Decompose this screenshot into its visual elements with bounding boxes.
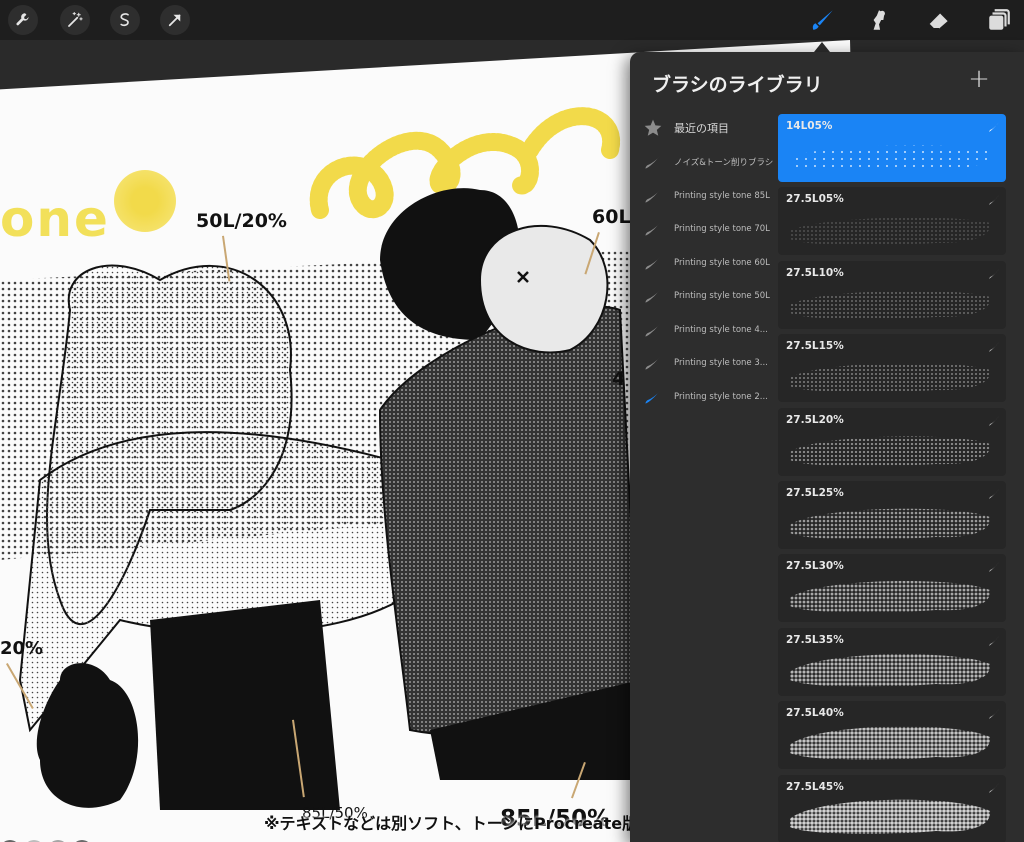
wrench-icon[interactable] [8, 5, 38, 35]
brush-library-panel: ブラシのライブラリ + 最近の項目ノイズ&トーン削りブラシ Printing st… [630, 52, 1024, 842]
add-brush-set-button[interactable]: + [966, 64, 992, 94]
label-60l: 60L [592, 206, 631, 228]
brush-item[interactable]: 14L05% [778, 114, 1006, 182]
brush-category-item[interactable]: Printing style tone 3... [642, 349, 782, 377]
brush-name: 14L05% [786, 120, 833, 132]
brush-stroke-preview [786, 356, 994, 396]
brush-name: 27.5L40% [786, 707, 844, 720]
brush-item[interactable]: 27.5L30% [778, 554, 1006, 623]
brush-stroke-icon [642, 352, 664, 374]
label-20: 20% [0, 638, 44, 659]
brush-category-label: Printing style tone 2... [674, 392, 768, 402]
brush-stroke-icon [642, 185, 664, 207]
layers-icon[interactable] [982, 4, 1016, 36]
brush-name: 27.5L25% [786, 487, 844, 499]
brush-stroke-icon [988, 338, 1000, 353]
brush-stroke-preview [786, 430, 994, 470]
brush-item[interactable]: 27.5L20% [778, 407, 1006, 476]
brush-category-item[interactable]: Printing style tone 70L [642, 215, 782, 243]
brush-stroke-icon [642, 218, 664, 240]
brush-stroke-icon [642, 285, 664, 307]
brush-item[interactable]: 27.5L15% [778, 334, 1006, 403]
brush-stroke-icon [642, 386, 664, 408]
brush-icon[interactable] [806, 4, 840, 36]
brush-name: 27.5L15% [786, 340, 844, 353]
brush-stroke-preview [786, 283, 994, 323]
brush-category-item[interactable]: ノイズ&トーン削りブラシ [642, 148, 782, 176]
brush-stroke-icon [988, 632, 1000, 646]
brush-stroke-preview [786, 209, 994, 249]
brush-library-title: ブラシのライブラリ [652, 74, 823, 96]
brush-stroke-preview [786, 503, 994, 543]
brush-item[interactable]: 27.5L25% [778, 481, 1006, 549]
brush-category-label: ノイズ&トーン削りブラシ [674, 158, 774, 168]
brush-stroke-icon [988, 265, 1000, 279]
brush-category-item[interactable]: Printing style tone 60L [642, 249, 782, 277]
brush-category-label: Printing style tone 50L [674, 291, 770, 301]
brush-stroke-preview [786, 136, 994, 176]
brush-stroke-preview [786, 797, 994, 837]
brush-stroke-icon [988, 558, 1000, 573]
brush-stroke-icon [988, 412, 1000, 426]
brush-stroke-icon [642, 151, 664, 173]
brush-category-item[interactable]: 最近の項目 [642, 114, 782, 142]
brush-stroke-preview [786, 650, 994, 690]
top-toolbar [0, 0, 1024, 40]
selection-icon[interactable] [110, 5, 140, 35]
brush-name: 27.5L20% [786, 413, 844, 426]
magic-wand-icon[interactable] [60, 5, 90, 35]
brush-category-item[interactable]: Printing style tone 2... [642, 383, 782, 411]
brush-category-label: Printing style tone 4... [674, 325, 768, 335]
brush-stroke-icon [988, 118, 1000, 132]
brush-name: 27.5L30% [786, 560, 844, 573]
brush-stroke-icon [988, 191, 1000, 206]
brush-item[interactable]: 27.5L45% [778, 774, 1006, 842]
brush-name: 27.5L45% [786, 780, 844, 793]
brush-item[interactable]: 27.5L10% [778, 260, 1006, 329]
brush-category-label: 最近の項目 [674, 122, 729, 135]
label-4: 4 [612, 368, 626, 390]
brush-item[interactable]: 27.5L35% [778, 627, 1006, 696]
smudge-icon[interactable] [862, 4, 896, 36]
brush-stroke-icon [988, 485, 1000, 499]
transform-arrow-icon[interactable] [160, 5, 190, 35]
brush-name: 27.5L35% [786, 633, 844, 646]
brush-stroke-icon [988, 705, 1000, 720]
brush-stroke-preview [786, 723, 994, 763]
brush-name: 27.5L05% [786, 193, 844, 206]
brush-category-item[interactable]: Printing style tone 50L [642, 282, 782, 310]
brush-item[interactable]: 27.5L05% [778, 187, 1006, 256]
brush-category-label: Printing style tone 3... [674, 358, 768, 368]
brush-stroke-icon [642, 252, 664, 274]
brush-category-label: Printing style tone 70L [674, 224, 770, 234]
star-icon [642, 117, 664, 139]
brush-category-label: Printing style tone 85L [674, 191, 770, 201]
brush-category-label: Printing style tone 60L [674, 258, 770, 268]
brush-category-item[interactable]: Printing style tone 85L [642, 182, 782, 210]
brush-name: 27.5L10% [786, 266, 844, 279]
brush-stroke-icon [642, 319, 664, 341]
eraser-icon[interactable] [922, 4, 956, 36]
label-50l-20: 50L/20% [196, 210, 287, 232]
brush-stroke-preview [786, 576, 994, 616]
brush-stroke-icon [988, 779, 1000, 793]
brush-item[interactable]: 27.5L40% [778, 701, 1006, 770]
brush-category-item[interactable]: Printing style tone 4... [642, 316, 782, 344]
